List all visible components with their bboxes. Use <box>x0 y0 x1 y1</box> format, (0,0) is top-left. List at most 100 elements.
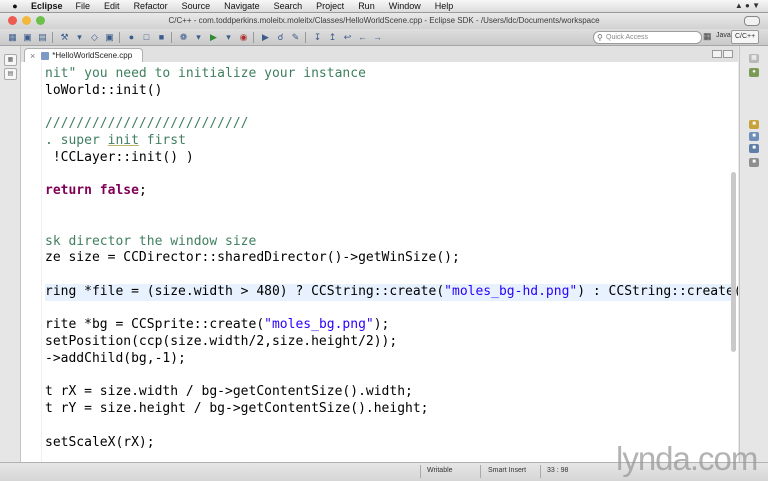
open-perspective-icon[interactable]: ▦ <box>703 31 712 42</box>
code-token: ze size = CCDirector::sharedDirector()->… <box>45 250 460 266</box>
code-token: ); <box>373 317 390 333</box>
code-line[interactable] <box>45 100 735 117</box>
menu-run[interactable]: Run <box>358 1 375 11</box>
code-line[interactable]: sk director the window size <box>45 234 735 251</box>
menu-help[interactable]: Help <box>435 1 454 11</box>
menu-edit[interactable]: Edit <box>104 1 120 11</box>
minimize-editor-button[interactable] <box>712 50 722 58</box>
apple-menu-icon[interactable]: ● <box>9 1 21 11</box>
vertical-scrollbar[interactable] <box>731 172 736 352</box>
search-tool-icon[interactable]: ☌ <box>274 31 287 43</box>
new-icon[interactable]: ▦ <box>6 31 19 43</box>
project-explorer-icon[interactable]: ▤ <box>4 68 17 80</box>
save-all-icon[interactable]: ▤ <box>36 31 49 43</box>
menu-project[interactable]: Project <box>316 1 344 11</box>
tasks-icon[interactable]: ■ <box>749 120 759 129</box>
close-window-button[interactable] <box>8 16 17 25</box>
code-line[interactable]: ze size = CCDirector::sharedDirector()->… <box>45 250 735 267</box>
problems-icon[interactable]: ■ <box>749 132 759 141</box>
close-tab-icon[interactable]: × <box>30 49 35 63</box>
new-folder-icon[interactable]: ▣ <box>103 31 116 43</box>
zoom-window-button[interactable] <box>36 16 45 25</box>
code-line[interactable]: ->addChild(bg,-1); <box>45 351 735 368</box>
cpp-file-icon <box>41 52 50 60</box>
restore-view-icon[interactable]: ▦ <box>4 54 17 66</box>
code-line[interactable]: t rY = size.height / bg->getContentSize(… <box>45 401 735 418</box>
code-token: . super <box>45 133 108 148</box>
maximize-editor-button[interactable] <box>723 50 733 58</box>
run-dropdown-icon[interactable]: ▾ <box>222 31 235 43</box>
quick-access-input[interactable]: ⚲ Quick Access <box>593 31 702 44</box>
toolbar-toggle-button[interactable] <box>744 16 760 26</box>
minimize-window-button[interactable] <box>22 16 31 25</box>
code-editor[interactable]: nit" you need to initialize your instanc… <box>21 62 738 462</box>
restore-view-icon[interactable]: ▦ <box>749 54 759 63</box>
perspective-java[interactable]: Java <box>716 32 731 39</box>
code-token: sk director the window size <box>45 233 257 249</box>
code-line[interactable]: ////////////////////////// <box>45 116 735 133</box>
perspective-cpp[interactable]: C/C++ <box>731 30 760 44</box>
editor-tab-strip: × *HelloWorldScene.cpp <box>21 46 738 63</box>
save-icon[interactable]: ▣ <box>21 31 34 43</box>
code-line[interactable] <box>45 267 735 284</box>
code-line[interactable]: ring *file = (size.width > 480) ? CCStri… <box>45 283 738 301</box>
code-line[interactable]: !CCLayer::init() ) <box>45 150 735 167</box>
properties-icon[interactable]: ■ <box>749 158 759 167</box>
menu-refactor[interactable]: Refactor <box>134 1 168 11</box>
code-line[interactable]: t rX = size.width / bg->getContentSize()… <box>45 384 735 401</box>
external-tools-icon[interactable]: ◉ <box>237 31 250 43</box>
code-text[interactable]: nit" you need to initialize your instanc… <box>45 66 738 451</box>
code-line[interactable] <box>45 217 735 234</box>
back-icon[interactable]: ← <box>356 31 369 43</box>
left-trim-bar: ▦ ▤ <box>0 46 21 480</box>
toolbar-separator <box>171 31 172 43</box>
menu-navigate[interactable]: Navigate <box>224 1 260 11</box>
code-line[interactable]: . super init first <box>45 133 735 150</box>
code-line[interactable]: loWorld::init() <box>45 83 735 100</box>
new-project-icon[interactable]: ◇ <box>88 31 101 43</box>
console-icon[interactable]: ■ <box>749 144 759 153</box>
menu-window[interactable]: Window <box>389 1 421 11</box>
quick-access-placeholder: Quick Access <box>606 34 649 41</box>
build-icon[interactable]: ⚒ <box>58 31 71 43</box>
menu-file[interactable]: File <box>76 1 91 11</box>
toolbar-separator <box>119 31 120 43</box>
code-line[interactable]: rite *bg = CCSprite::create("moles_bg.pn… <box>45 317 735 334</box>
code-line[interactable]: nit" you need to initialize your instanc… <box>45 66 735 83</box>
editor-ruler <box>21 62 42 462</box>
app-menu[interactable]: Eclipse <box>31 1 63 11</box>
mac-menu-bar: ● Eclipse File Edit Refactor Source Navi… <box>0 0 768 13</box>
run-icon[interactable]: ▶ <box>207 31 220 43</box>
open-type-icon[interactable]: ▶ <box>259 31 272 43</box>
build-dropdown-icon[interactable]: ▾ <box>73 31 86 43</box>
code-line[interactable] <box>45 418 735 435</box>
menu-source[interactable]: Source <box>182 1 211 11</box>
menu-search[interactable]: Search <box>274 1 303 11</box>
debug-dropdown-icon[interactable]: ▾ <box>192 31 205 43</box>
code-token: false <box>99 183 139 199</box>
toggle-mark-icon[interactable]: ✎ <box>289 31 302 43</box>
new-header-icon[interactable]: □ <box>140 31 153 43</box>
code-line[interactable] <box>45 167 735 184</box>
new-source-icon[interactable]: ■ <box>155 31 168 43</box>
outline-icon[interactable]: ● <box>749 68 759 77</box>
code-line[interactable] <box>45 368 735 385</box>
last-edit-icon[interactable]: ↩ <box>341 31 354 43</box>
code-line[interactable] <box>45 200 735 217</box>
code-token: "moles_bg-hd.png" <box>444 283 578 299</box>
next-annotation-icon[interactable]: ↧ <box>311 31 324 43</box>
debug-icon[interactable]: ❁ <box>177 31 190 43</box>
code-line[interactable]: return false; <box>45 183 735 200</box>
window-title-bar: C/C++ - com.toddperkins.moleitx.moleitx/… <box>0 13 768 29</box>
previous-annotation-icon[interactable]: ↥ <box>326 31 339 43</box>
code-line[interactable]: setPosition(ccp(size.width/2,size.height… <box>45 334 735 351</box>
editor-tab-helloworldscene[interactable]: × *HelloWorldScene.cpp <box>24 48 144 63</box>
forward-icon[interactable]: → <box>371 31 384 43</box>
new-class-icon[interactable]: ● <box>125 31 138 43</box>
window-title: C/C++ - com.toddperkins.moleitx.moleitx/… <box>168 16 600 25</box>
code-line[interactable] <box>45 301 735 318</box>
